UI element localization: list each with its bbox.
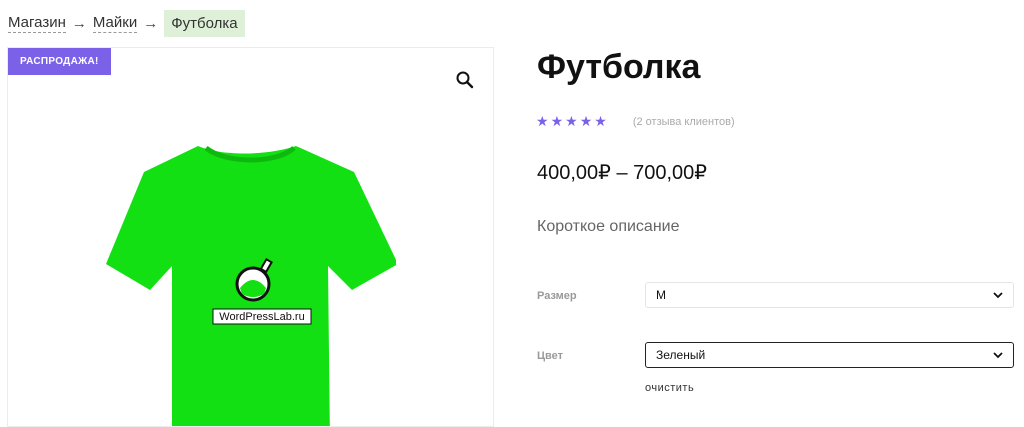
star-rating: ★ ★ ★ ★ ★	[536, 113, 607, 130]
review-count-link[interactable]: (2 отзыва клиентов)	[633, 116, 735, 128]
color-select-value: Зеленый	[656, 348, 706, 362]
breadcrumb-link-shop[interactable]: Магазин	[8, 14, 66, 33]
breadcrumb-current: Футболка	[164, 10, 245, 37]
logo-text: WordPressLab.ru	[219, 311, 304, 323]
zoom-button[interactable]	[455, 70, 475, 90]
star-icon: ★	[536, 113, 549, 129]
chevron-down-icon	[993, 292, 1003, 299]
color-label: Цвет	[537, 350, 564, 362]
size-label: Размер	[537, 290, 577, 302]
breadcrumb-separator: →	[143, 15, 159, 32]
product-title: Футболка	[537, 48, 701, 86]
star-icon: ★	[550, 113, 564, 129]
chevron-down-icon	[993, 352, 1003, 359]
size-select[interactable]: M	[645, 282, 1014, 308]
star-icon: ★	[565, 113, 578, 129]
star-icon: ★	[579, 113, 593, 129]
short-description: Короткое описание	[537, 218, 680, 235]
product-rating: ★ ★ ★ ★ ★ (2 отзыва клиентов)	[536, 113, 735, 130]
product-image[interactable]: WordPressLab.ru	[106, 142, 396, 427]
color-select[interactable]: Зеленый	[645, 342, 1014, 368]
product-price: 400,00₽ – 700,00₽	[537, 162, 708, 184]
breadcrumb-link-tshirts[interactable]: Майки	[92, 14, 138, 33]
search-icon	[456, 71, 474, 89]
clear-variations-link[interactable]: очистить	[645, 382, 694, 394]
breadcrumb: Магазин → Майки → Футболка	[8, 10, 245, 37]
size-select-value: M	[656, 288, 666, 302]
sale-badge: РАСПРОДАЖА!	[8, 48, 111, 75]
breadcrumb-separator: →	[71, 15, 87, 32]
product-gallery: РАСПРОДАЖА! WordPressLab.ru	[7, 47, 494, 427]
star-icon: ★	[594, 113, 607, 129]
